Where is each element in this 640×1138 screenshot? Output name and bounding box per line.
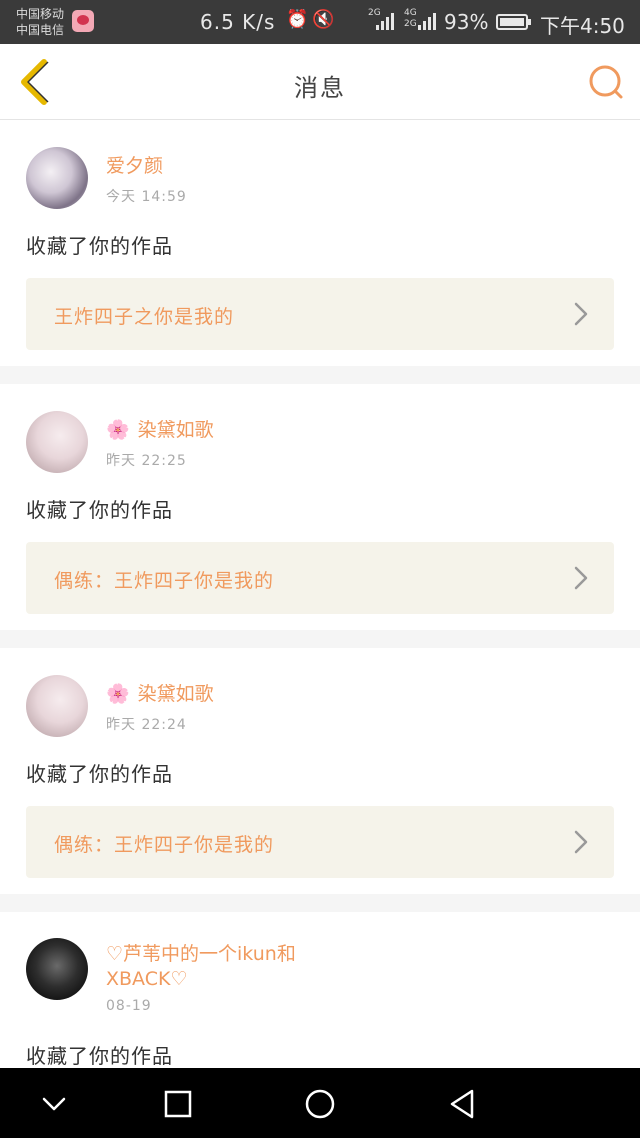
user-name-text: 染黛如歌 (137, 419, 214, 441)
status-bar: 中国移动 中国电信 6.5 K/s ⏰🔇 2G 4G 2G 93% 下午4:50 (0, 0, 640, 44)
nav-recents-button[interactable] (160, 1086, 196, 1122)
chevron-right-icon (574, 566, 588, 590)
work-link[interactable]: 偶练：王炸四子你是我的 (26, 806, 614, 878)
work-title: 王炸四子之你是我的 (54, 306, 235, 328)
carrier-info: 中国移动 中国电信 (16, 6, 64, 38)
message-list: 爱夕颜 今天 14:59 收藏了你的作品 王炸四子之你是我的 🌸 染黛如歌 昨天 … (0, 120, 640, 1068)
avatar[interactable] (26, 938, 88, 1000)
alarm-icon: ⏰ (286, 9, 313, 30)
chevron-right-icon (574, 302, 588, 326)
user-name-text: 爱夕颜 (106, 155, 164, 177)
carrier-1: 中国移动 (16, 7, 65, 21)
user-name-text: 染黛如歌 (137, 683, 214, 705)
work-link[interactable]: 王炸四子之你是我的 (26, 278, 614, 350)
header: 消息 (0, 44, 640, 120)
action-text: 收藏了你的作品 (26, 234, 173, 258)
mute-icon: 🔇 (312, 9, 339, 30)
search-button[interactable] (586, 62, 626, 102)
net-label-text: 2G (404, 19, 417, 29)
net-label-text: 4G (404, 8, 417, 18)
message-card: 🌸 染黛如歌 昨天 22:25 收藏了你的作品 偶练：王炸四子你是我的 (0, 384, 640, 630)
user-name[interactable]: 🌸 染黛如歌 (106, 418, 336, 443)
message-card: 🌸 染黛如歌 昨天 22:24 收藏了你的作品 偶练：王炸四子你是我的 (0, 648, 640, 894)
user-name[interactable]: 爱夕颜 (106, 154, 336, 179)
avatar[interactable] (26, 411, 88, 473)
avatar[interactable] (26, 147, 88, 209)
flower-icon: 🌸 (106, 683, 130, 705)
nav-home-button[interactable] (302, 1086, 338, 1122)
system-nav-bar (0, 1068, 640, 1138)
clock: 下午4:50 (540, 14, 625, 38)
net-label-b: 4G 2G (404, 8, 417, 30)
triangle-back-icon (450, 1089, 474, 1119)
work-link[interactable]: 偶练：王炸四子你是我的 (26, 542, 614, 614)
user-name[interactable]: ♡芦苇中的一个ikun和XBACK♡ (106, 942, 336, 992)
carrier-2: 中国电信 (16, 23, 65, 37)
status-icons: ⏰🔇 (286, 9, 339, 30)
nav-back-button[interactable] (444, 1086, 480, 1122)
timestamp: 昨天 22:25 (106, 453, 187, 469)
circle-icon (305, 1089, 335, 1119)
signal-icon (418, 12, 440, 30)
user-name[interactable]: 🌸 染黛如歌 (106, 682, 336, 707)
action-text: 收藏了你的作品 (26, 762, 173, 786)
search-icon (589, 65, 623, 99)
user-name-text: ♡芦苇中的一个ikun和XBACK♡ (106, 943, 296, 990)
message-card: 爱夕颜 今天 14:59 收藏了你的作品 王炸四子之你是我的 (0, 120, 640, 366)
flower-icon: 🌸 (106, 419, 130, 441)
battery-percent: 93% (444, 10, 489, 34)
timestamp: 昨天 22:24 (106, 717, 187, 733)
nav-down-button[interactable] (36, 1086, 72, 1122)
square-icon (164, 1090, 192, 1118)
work-title: 偶练：王炸四子你是我的 (54, 570, 275, 592)
app-notification-icon (72, 10, 94, 32)
battery-icon (496, 14, 531, 30)
page-title: 消息 (294, 74, 346, 102)
nav-down-icon (42, 1097, 66, 1111)
signal-icon (376, 12, 398, 30)
message-card: ♡芦苇中的一个ikun和XBACK♡ 08-19 收藏了你的作品 (0, 912, 640, 1068)
timestamp: 08-19 (106, 998, 152, 1014)
chevron-right-icon (574, 830, 588, 854)
timestamp: 今天 14:59 (106, 189, 187, 205)
avatar[interactable] (26, 675, 88, 737)
action-text: 收藏了你的作品 (26, 498, 173, 522)
work-title: 偶练：王炸四子你是我的 (54, 834, 275, 856)
net-speed: 6.5 K/s (200, 10, 276, 34)
action-text: 收藏了你的作品 (26, 1044, 173, 1068)
